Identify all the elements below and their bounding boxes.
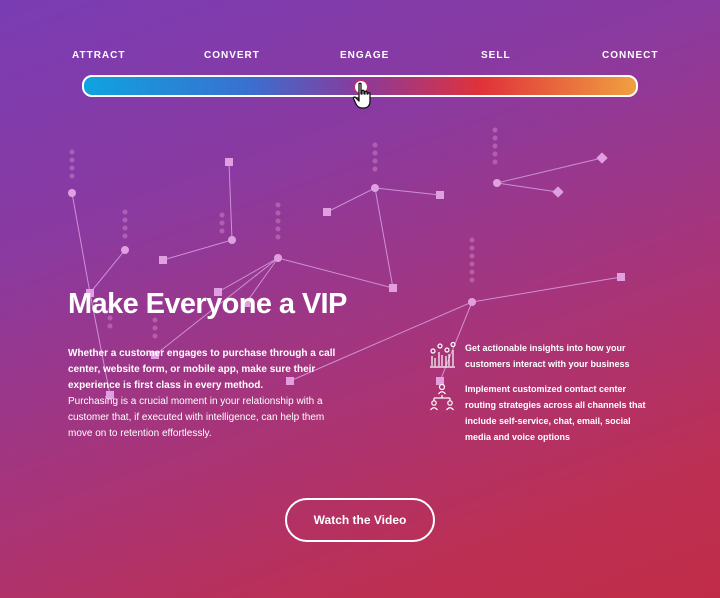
watch-video-button[interactable]: Watch the Video [285,498,435,542]
page-title: Make Everyone a VIP [68,288,347,320]
feature-insights-text: Get actionable insights into how your cu… [465,343,630,369]
feature-insights: Get actionable insights into how your cu… [428,340,658,372]
feature-routing: Implement customized contact center rout… [428,381,658,445]
routing-network-icon [430,383,454,411]
hero-lead-text: Whether a customer engages to purchase t… [68,348,336,391]
hero-description: Whether a customer engages to purchase t… [68,346,348,442]
analytics-chart-icon [430,342,456,368]
hero-body-text: Purchasing is a crucial moment in your r… [68,396,325,439]
feature-routing-text: Implement customized contact center rout… [465,384,646,442]
